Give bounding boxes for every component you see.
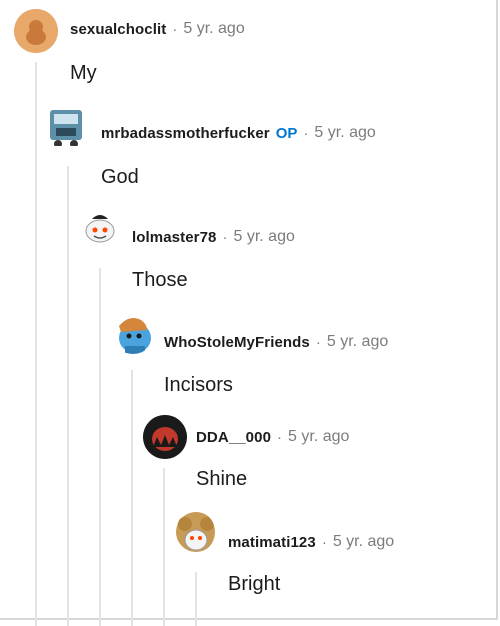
avatar[interactable] <box>44 102 88 146</box>
snoo-avatar-icon <box>143 415 187 459</box>
snoo-avatar-icon <box>119 318 151 354</box>
separator: · <box>277 428 283 446</box>
username[interactable]: lolmaster78 <box>132 229 216 246</box>
avatar[interactable] <box>111 310 155 354</box>
separator: · <box>172 20 178 38</box>
snoo-avatar-icon <box>85 215 115 243</box>
comment-text: Those <box>132 269 188 291</box>
avatar[interactable] <box>78 205 122 249</box>
separator: · <box>222 228 228 246</box>
snoo-avatar-icon <box>14 9 58 53</box>
username[interactable]: DDA__000 <box>196 429 271 446</box>
timestamp[interactable]: 5 yr. ago <box>183 20 244 38</box>
snoo-avatar-icon <box>50 110 82 146</box>
comment-text: God <box>101 166 139 188</box>
timestamp[interactable]: 5 yr. ago <box>327 333 388 351</box>
avatar[interactable] <box>143 415 187 459</box>
timestamp[interactable]: 5 yr. ago <box>233 228 294 246</box>
comment-text: Bright <box>228 573 281 595</box>
thread-line-3[interactable] <box>99 268 101 626</box>
username[interactable]: sexualchoclit <box>70 21 166 38</box>
thread-line-4[interactable] <box>131 370 133 626</box>
separator: · <box>315 333 321 351</box>
separator: · <box>303 124 309 142</box>
timestamp[interactable]: 5 yr. ago <box>288 428 349 446</box>
thread-line-5[interactable] <box>163 468 165 626</box>
thread-line-2[interactable] <box>67 166 69 626</box>
comment-text: Incisors <box>164 374 233 396</box>
avatar[interactable] <box>171 510 215 554</box>
timestamp[interactable]: 5 yr. ago <box>333 533 394 551</box>
username[interactable]: WhoStoleMyFriends <box>164 334 310 351</box>
comment-text: My <box>70 62 97 84</box>
thread-line-6[interactable] <box>195 572 197 626</box>
avatar[interactable] <box>14 9 58 53</box>
thread-line-1[interactable] <box>35 62 37 626</box>
comment-text: Shine <box>196 468 248 490</box>
separator: · <box>321 533 327 551</box>
comment-thread-frame <box>0 0 498 620</box>
timestamp[interactable]: 5 yr. ago <box>314 124 375 142</box>
snoo-avatar-icon <box>176 512 215 552</box>
op-badge: OP <box>275 124 298 142</box>
username[interactable]: matimati123 <box>228 534 316 551</box>
username[interactable]: mrbadassmotherfucker <box>101 125 270 142</box>
